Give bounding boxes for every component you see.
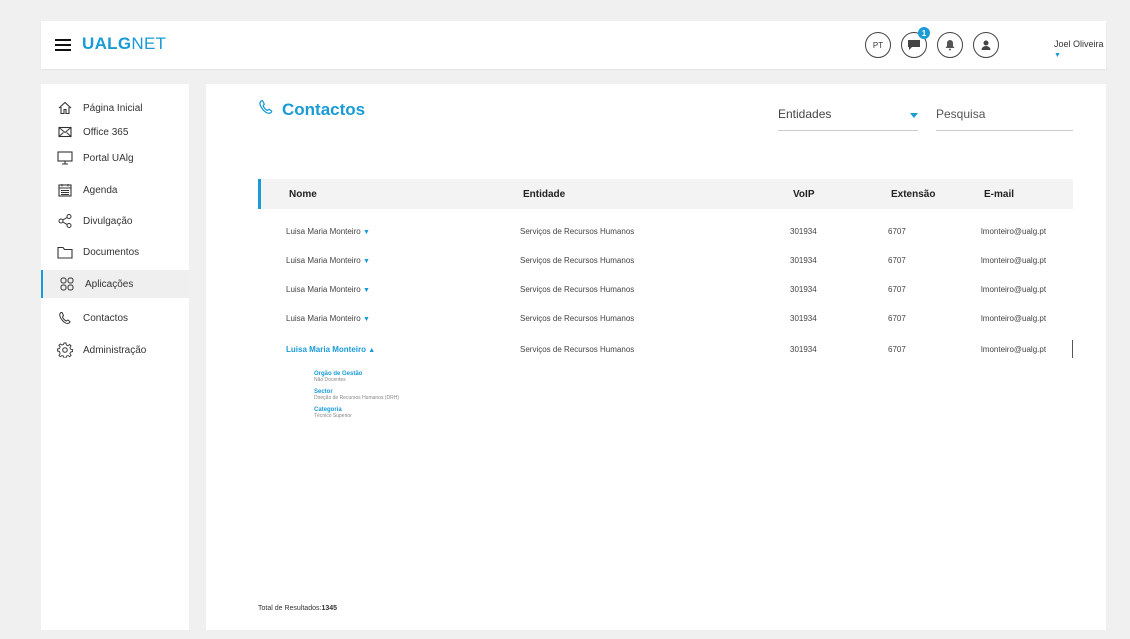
entidades-dropdown[interactable]: Entidades: [778, 107, 918, 131]
sidebar-item-office-365[interactable]: Office 365: [41, 118, 189, 146]
cell-extensao: 6707: [888, 256, 906, 265]
sidebar-item-label: Agenda: [83, 184, 118, 196]
cell-email[interactable]: lmonteiro@ualg.pt: [981, 256, 1046, 265]
cell-voip: 301934: [790, 345, 817, 354]
home-icon: [57, 100, 73, 116]
contact-name-toggle[interactable]: Luisa Maria Monteiro ▼: [286, 256, 370, 265]
sidebar-item-administracao[interactable]: Administração: [41, 336, 189, 364]
sidebar-item-label: Administração: [83, 344, 147, 356]
cell-voip: 301934: [790, 314, 817, 323]
share-icon: [57, 213, 73, 229]
chevron-down-icon: ▼: [362, 229, 370, 236]
chevron-down-icon: [910, 113, 918, 118]
cell-email[interactable]: lmonteiro@ualg.pt: [981, 285, 1046, 294]
contact-name-toggle[interactable]: Luisa Maria Monteiro ▼: [286, 314, 370, 323]
contact-name-toggle[interactable]: Luisa Maria Monteiro ▲: [286, 345, 375, 354]
contact-name-toggle[interactable]: Luisa Maria Monteiro ▼: [286, 227, 370, 236]
sidebar-item-label: Página Inicial: [83, 102, 143, 114]
sidebar-item-agenda[interactable]: Agenda: [41, 176, 189, 204]
messages-button[interactable]: 1: [901, 27, 930, 58]
page-title: Contactos: [258, 99, 365, 120]
cell-voip: 301934: [790, 227, 817, 236]
sidebar-item-label: Divulgação: [83, 215, 133, 227]
cell-voip: 301934: [790, 285, 817, 294]
cell-email[interactable]: lmonteiro@ualg.pt: [981, 345, 1046, 354]
cell-extensao: 6707: [888, 314, 906, 323]
calendar-icon: [57, 182, 73, 198]
monitor-icon: [57, 150, 73, 166]
detail-value: Direção de Recursos Humanos (DRH): [314, 395, 400, 401]
sidebar: Página Inicial Office 365 Portal UAlg Ag…: [41, 84, 189, 630]
contact-name-toggle[interactable]: Luisa Maria Monteiro ▼: [286, 285, 370, 294]
search-field[interactable]: [936, 107, 1073, 131]
user-avatar[interactable]: [973, 32, 999, 58]
cell-entidade: Serviços de Recursos Humanos: [520, 256, 635, 265]
top-bar: UALGNET PT 1 Joel Oliveira ▼: [41, 21, 1106, 69]
sidebar-item-contactos[interactable]: Contactos: [41, 304, 189, 332]
column-header-nome[interactable]: Nome: [289, 189, 317, 200]
detail-value: Não Docentes: [314, 377, 346, 383]
mail-icon: [57, 124, 73, 140]
sidebar-item-portal-ualg[interactable]: Portal UAlg: [41, 144, 189, 172]
total-results: Total de Resultados:1345: [258, 605, 338, 612]
detail-value: Técnico Superior: [314, 413, 352, 419]
sidebar-item-label: Portal UAlg: [83, 152, 134, 164]
sidebar-item-aplicacoes[interactable]: Aplicações: [41, 270, 189, 298]
cell-voip: 301934: [790, 256, 817, 265]
chat-icon: [908, 40, 920, 50]
table-row[interactable]: Luisa Maria Monteiro ▼ Serviços de Recur…: [258, 305, 1073, 334]
column-header-extensao[interactable]: Extensão: [891, 189, 935, 200]
sidebar-item-label: Aplicações: [85, 278, 134, 290]
apps-icon: [59, 276, 75, 292]
cell-email[interactable]: lmonteiro@ualg.pt: [981, 314, 1046, 323]
chevron-up-icon: ▲: [368, 347, 376, 354]
column-header-email[interactable]: E-mail: [984, 189, 1014, 200]
sidebar-item-label: Office 365: [83, 126, 129, 138]
column-header-entidade[interactable]: Entidade: [523, 189, 565, 200]
phone-icon: [57, 310, 73, 326]
messages-badge: 1: [918, 27, 930, 39]
chevron-down-icon: ▼: [362, 316, 370, 323]
contact-details: Orgão de Gestão Não Docentes Sector Dire…: [314, 371, 399, 425]
text-cursor: [1072, 340, 1073, 358]
menu-icon[interactable]: [55, 39, 71, 51]
chevron-down-icon: ▼: [1054, 52, 1061, 59]
user-menu[interactable]: Joel Oliveira ▼: [1054, 39, 1106, 59]
cell-extensao: 6707: [888, 227, 906, 236]
cell-extensao: 6707: [888, 345, 906, 354]
table-header: Nome Entidade VoIP Extensão E-mail: [258, 179, 1073, 209]
sidebar-item-label: Documentos: [83, 246, 140, 258]
ualgnet-logo[interactable]: UALGNET: [82, 34, 166, 54]
column-header-voip[interactable]: VoIP: [793, 189, 814, 200]
cell-extensao: 6707: [888, 285, 906, 294]
user-icon: [981, 40, 991, 50]
gear-icon: [57, 342, 73, 358]
cell-entidade: Serviços de Recursos Humanos: [520, 227, 635, 236]
bell-icon: [945, 40, 955, 51]
table-row[interactable]: Luisa Maria Monteiro ▼ Serviços de Recur…: [258, 218, 1073, 247]
chevron-down-icon: ▼: [362, 258, 370, 265]
notifications-button[interactable]: [937, 32, 963, 58]
cell-entidade: Serviços de Recursos Humanos: [520, 345, 635, 354]
folder-icon: [57, 244, 73, 260]
cell-entidade: Serviços de Recursos Humanos: [520, 314, 635, 323]
cell-entidade: Serviços de Recursos Humanos: [520, 285, 635, 294]
sidebar-item-label: Contactos: [83, 312, 129, 324]
language-button[interactable]: PT: [865, 32, 891, 58]
sidebar-item-documentos[interactable]: Documentos: [41, 238, 189, 266]
main-content: Contactos Entidades Nome Entidade VoIP E…: [206, 84, 1106, 630]
chevron-down-icon: ▼: [362, 287, 370, 294]
phone-icon: [258, 99, 274, 120]
table-row[interactable]: Luisa Maria Monteiro ▼ Serviços de Recur…: [258, 276, 1073, 305]
cell-email[interactable]: lmonteiro@ualg.pt: [981, 227, 1046, 236]
sidebar-item-divulgacao[interactable]: Divulgação: [41, 207, 189, 235]
search-input[interactable]: [936, 107, 1073, 121]
table-row[interactable]: Luisa Maria Monteiro ▼ Serviços de Recur…: [258, 247, 1073, 276]
table-row-expanded[interactable]: Luisa Maria Monteiro ▲ Serviços de Recur…: [258, 336, 1073, 365]
